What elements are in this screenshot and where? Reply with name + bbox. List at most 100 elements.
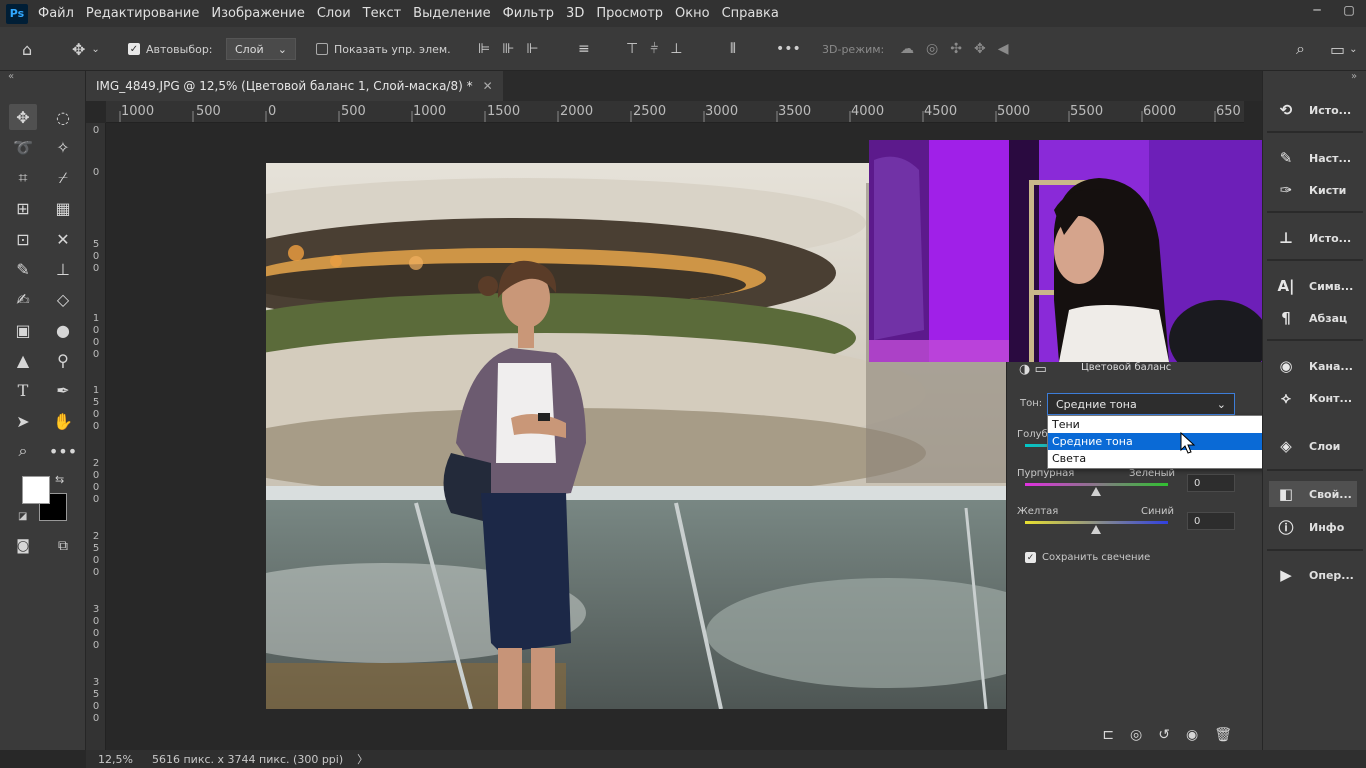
- autoselect-checkbox[interactable]: ✓ Автовыбор:: [128, 38, 213, 60]
- minimize-icon[interactable]: ─: [1310, 3, 1324, 17]
- type-tool-icon[interactable]: T: [9, 377, 37, 403]
- autoselect-dropdown[interactable]: Слой ⌄: [226, 38, 296, 60]
- red-eye-tool-icon[interactable]: ✕: [49, 226, 77, 252]
- workspace-icon[interactable]: ▭ ⌄: [1330, 38, 1358, 60]
- menu-help[interactable]: Справка: [722, 6, 779, 21]
- swap-colors-icon[interactable]: ⇆: [55, 473, 64, 486]
- clone-stamp-tool-icon[interactable]: ⊥: [49, 256, 77, 282]
- magenta-green-slider-thumb[interactable]: [1091, 487, 1101, 496]
- reset-icon[interactable]: ↺: [1158, 727, 1170, 743]
- align-vertical-buttons[interactable]: ⊤ ⫩ ⊥: [626, 38, 694, 60]
- photoshop-logo: Ps: [6, 3, 28, 24]
- menu-image[interactable]: Изображение: [211, 6, 304, 21]
- gradient-tool-icon[interactable]: ▣: [9, 317, 37, 343]
- menu-type[interactable]: Текст: [363, 6, 402, 21]
- dodge-tool-icon[interactable]: ⚲: [49, 347, 77, 373]
- distribute-icon[interactable]: ≡: [578, 38, 590, 60]
- close-icon[interactable]: ✕: [483, 79, 493, 93]
- default-colors-icon[interactable]: ◪: [18, 511, 27, 522]
- lasso-tool-icon[interactable]: ➰: [9, 134, 37, 160]
- view-previous-icon[interactable]: ◎: [1130, 727, 1142, 743]
- panel-layers[interactable]: ◈ Слои: [1275, 433, 1340, 459]
- ruler-label: 1: [92, 385, 100, 396]
- collapse-left-icon[interactable]: «: [8, 71, 14, 82]
- crop-tool-icon[interactable]: ⌗: [9, 165, 37, 191]
- menu-3d[interactable]: 3D: [566, 6, 584, 21]
- yellow-blue-slider-track[interactable]: [1025, 521, 1168, 524]
- content-aware-move-icon[interactable]: ⊡: [9, 226, 37, 252]
- menu-edit[interactable]: Редактирование: [86, 6, 199, 21]
- eraser-tool-icon[interactable]: ◇: [49, 286, 77, 312]
- screen-mode-icon[interactable]: ⧉: [49, 533, 77, 559]
- slider-cyan-label: Голуб: [1017, 429, 1048, 440]
- move-tool-icon[interactable]: ✥: [9, 104, 37, 130]
- blur-tool-icon[interactable]: ●: [49, 317, 77, 343]
- adjustment-layer-icon: ◑ ▭: [1019, 362, 1047, 377]
- tone-option-shadows[interactable]: Тени: [1048, 416, 1289, 433]
- zoom-level[interactable]: 12,5%: [98, 753, 148, 766]
- tone-option-highlights[interactable]: Света: [1048, 450, 1289, 467]
- menu-file[interactable]: Файл: [38, 6, 74, 21]
- panel-clone-source[interactable]: ⊥ Исто...: [1275, 225, 1351, 251]
- align-vcenter-icon[interactable]: ⫩: [650, 41, 670, 57]
- align-bottom-icon[interactable]: ⊥: [670, 41, 694, 57]
- delete-icon[interactable]: 🗑: [1214, 727, 1232, 743]
- pen-tool-icon[interactable]: ✒: [49, 377, 77, 403]
- maximize-icon[interactable]: ▢: [1342, 3, 1356, 17]
- menu-layers[interactable]: Слои: [317, 6, 351, 21]
- panel-brush-settings[interactable]: ✎ Наст...: [1275, 145, 1351, 171]
- collapse-right-icon[interactable]: »: [1351, 71, 1357, 82]
- quick-mask-icon[interactable]: ◙: [9, 533, 37, 559]
- magenta-green-value-input[interactable]: 0: [1187, 474, 1235, 492]
- menu-window[interactable]: Окно: [675, 6, 710, 21]
- panel-character[interactable]: A| Симв...: [1275, 273, 1353, 299]
- magic-wand-tool-icon[interactable]: ✧: [49, 134, 77, 160]
- yellow-blue-value-input[interactable]: 0: [1187, 512, 1235, 530]
- tone-option-midtones[interactable]: Средние тона: [1048, 433, 1289, 450]
- hand-tool-icon[interactable]: ✋: [49, 408, 77, 434]
- status-menu-arrow-icon[interactable]: 〉: [357, 751, 368, 767]
- move-tool-preset-icon[interactable]: ✥ ⌄: [72, 38, 100, 60]
- document-tab[interactable]: IMG_4849.JPG @ 12,5% (Цветовой баланс 1,…: [86, 71, 503, 101]
- brush-tool-icon[interactable]: ✎: [9, 256, 37, 282]
- panel-brushes[interactable]: ✑ Кисти: [1275, 177, 1347, 203]
- clip-to-layer-icon[interactable]: ⊏: [1102, 727, 1114, 743]
- path-selection-tool-icon[interactable]: ➤: [9, 408, 37, 434]
- menu-filter[interactable]: Фильтр: [503, 6, 554, 21]
- more-options-icon[interactable]: •••: [776, 38, 801, 60]
- menu-view[interactable]: Просмотр: [596, 6, 663, 21]
- panel-properties[interactable]: ◧ Свой...: [1269, 481, 1357, 507]
- patch-tool-icon[interactable]: ▦: [49, 195, 77, 221]
- search-icon[interactable]: ⌕: [1296, 38, 1305, 60]
- panel-paragraph[interactable]: ¶ Абзац: [1275, 305, 1347, 331]
- marquee-tool-icon[interactable]: ◌: [49, 104, 77, 130]
- panel-info[interactable]: ⓘ Инфо: [1275, 514, 1344, 540]
- home-icon[interactable]: ⌂: [22, 38, 32, 60]
- panel-paths[interactable]: ⟡ Конт...: [1275, 385, 1352, 411]
- pen-tool-triangle-icon[interactable]: ▲: [9, 347, 37, 373]
- preserve-luminosity-checkbox[interactable]: ✓ Сохранить свечение: [1025, 552, 1150, 563]
- align-buttons[interactable]: ⊫ ⊪ ⊩: [478, 38, 551, 60]
- align-left-icon[interactable]: ⊫: [478, 41, 502, 57]
- distribute-vertical-icon[interactable]: ⫴: [730, 38, 736, 60]
- edit-toolbar-icon[interactable]: •••: [49, 438, 77, 464]
- panel-actions[interactable]: ▶ Опер...: [1275, 562, 1354, 588]
- yellow-blue-slider-thumb[interactable]: [1091, 525, 1101, 534]
- magenta-green-slider-track[interactable]: [1025, 483, 1168, 486]
- healing-brush-tool-icon[interactable]: ⊞: [9, 195, 37, 221]
- toggle-visibility-icon[interactable]: ◉: [1186, 727, 1198, 743]
- show-transform-checkbox[interactable]: Показать упр. элем.: [316, 38, 451, 60]
- eyedropper-tool-icon[interactable]: ⌿: [49, 165, 77, 191]
- align-top-icon[interactable]: ⊤: [626, 41, 650, 57]
- menu-select[interactable]: Выделение: [413, 6, 490, 21]
- zoom-tool-icon[interactable]: ⌕: [9, 438, 37, 464]
- align-right-icon[interactable]: ⊩: [526, 41, 550, 57]
- panel-channels[interactable]: ◉ Кана...: [1275, 353, 1353, 379]
- preserve-luminosity-label: Сохранить свечение: [1042, 552, 1151, 563]
- align-hcenter-icon[interactable]: ⊪: [502, 41, 526, 57]
- tone-dropdown[interactable]: Средние тона ⌄: [1047, 393, 1235, 415]
- ruler-label: 0: [92, 167, 100, 178]
- panel-history[interactable]: ⟲ Исто...: [1275, 97, 1352, 123]
- foreground-color-swatch[interactable]: [22, 476, 50, 504]
- history-brush-tool-icon[interactable]: ✍: [9, 286, 37, 312]
